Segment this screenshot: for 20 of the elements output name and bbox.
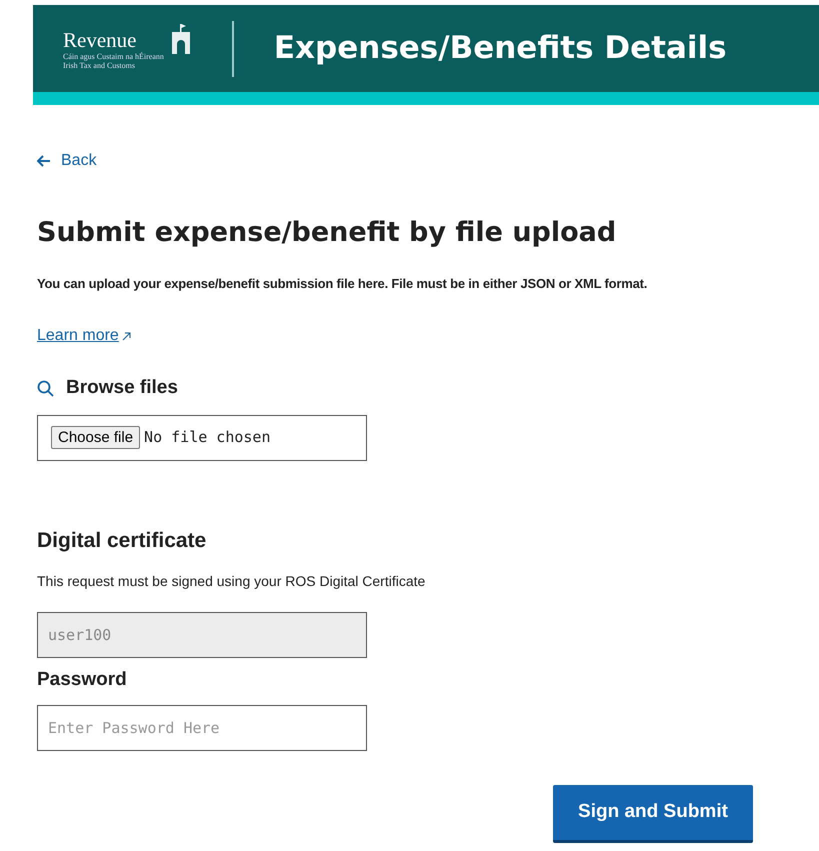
page-title: Expenses/Benefits Details — [274, 29, 727, 68]
description-text: This request must be signed using your ROS Digital Certificate — [37, 572, 426, 591]
logo-tagline: Cáin agus Custaim na hÉireann — [63, 52, 164, 60]
arrow-left-icon — [37, 155, 51, 167]
section-heading: Digital certificate — [37, 528, 208, 554]
logo-tagline: Irish Tax and Customs — [63, 60, 136, 70]
back-link[interactable]: Back — [37, 149, 97, 173]
learn-more-link[interactable]: Learn more — [37, 324, 131, 348]
choose-file-button[interactable]: Choose file — [51, 426, 140, 449]
file-input[interactable]: Choose file No file chosen — [37, 414, 367, 460]
logo-name: Revenue — [63, 28, 138, 52]
section-heading: Submit expense/benefit by file upload — [37, 216, 618, 250]
field-label: Password — [37, 668, 127, 692]
file-status: No file chosen — [144, 427, 270, 448]
password-field[interactable]: Enter Password Here — [37, 704, 367, 750]
sign-and-submit-button[interactable]: Sign and Submit — [553, 784, 753, 842]
castle-logo-icon — [170, 24, 192, 54]
field-label: Browse files — [66, 376, 178, 400]
intro-text: You can upload your expense/benefit submission file here. File must be in either JSON or XML format. — [37, 274, 648, 293]
search-icon — [37, 380, 54, 397]
